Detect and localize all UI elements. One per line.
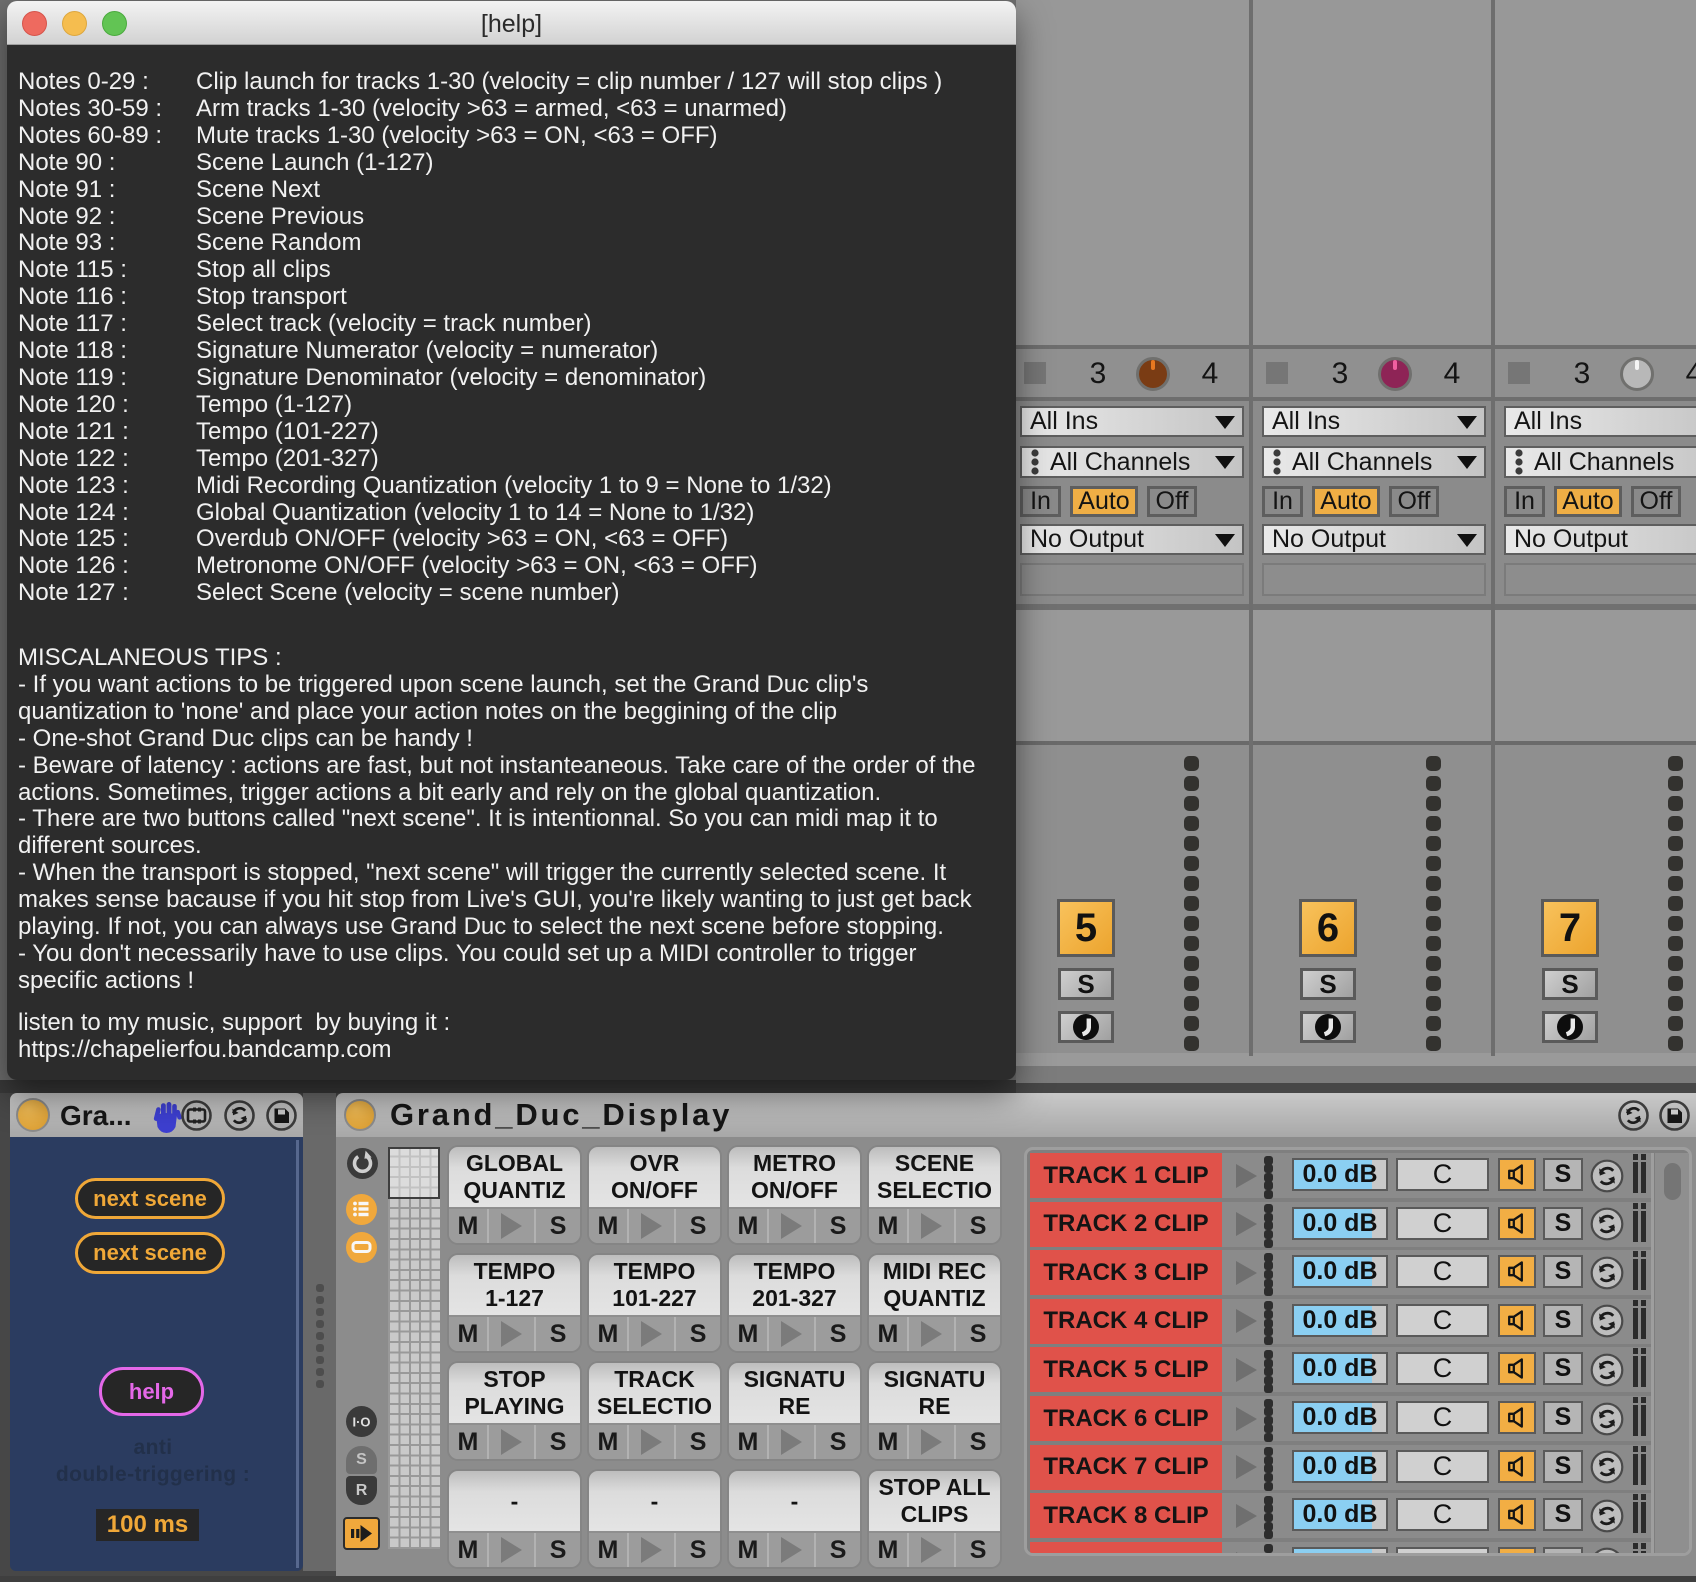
- svg-text:I·O: I·O: [352, 1415, 370, 1430]
